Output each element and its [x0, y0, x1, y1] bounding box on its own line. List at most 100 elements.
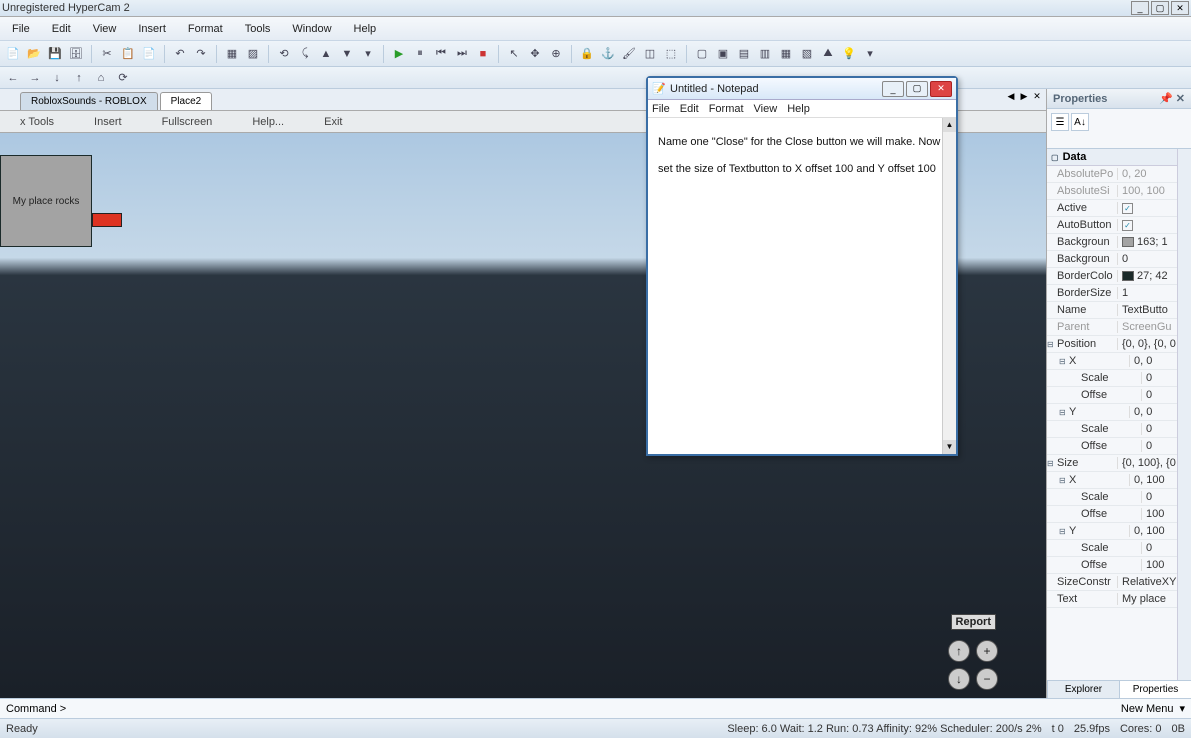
insert5-icon[interactable]: ▦ [777, 45, 795, 63]
rotate-icon[interactable]: ⟲ [275, 45, 293, 63]
insert3-icon[interactable]: ▤ [735, 45, 753, 63]
prop-row-size[interactable]: ⊟Size{0, 100}, {0 [1047, 455, 1177, 472]
tilt-icon[interactable]: ⤹ [296, 45, 314, 63]
arrow-up2-icon[interactable]: ↑ [70, 69, 88, 87]
menu-tools[interactable]: Tools [241, 21, 275, 37]
doc-nav-right-icon[interactable]: ▶ [1018, 90, 1030, 102]
tab-explorer[interactable]: Explorer [1047, 681, 1119, 698]
paint-icon[interactable]: 🖌 [620, 45, 638, 63]
dropdown-icon[interactable]: ▾ [359, 45, 377, 63]
resize-icon[interactable]: ⊕ [547, 45, 565, 63]
doc-nav-left-icon[interactable]: ◀ [1005, 90, 1017, 102]
maximize-button[interactable]: ▢ [1151, 1, 1169, 15]
anchor-icon[interactable]: ⚓ [599, 45, 617, 63]
prop-row-backgroundtransparency[interactable]: Backgroun0 [1047, 251, 1177, 268]
scroll-down-icon[interactable]: ▼ [943, 440, 956, 454]
undo-icon[interactable]: ↶ [171, 45, 189, 63]
tab-properties[interactable]: Properties [1119, 681, 1191, 698]
insert6-icon[interactable]: ▧ [798, 45, 816, 63]
prop-row-absolutesize[interactable]: AbsoluteSi100, 100 [1047, 183, 1177, 200]
vp-tools[interactable]: x Tools [0, 116, 74, 128]
prop-row-size-x-offset[interactable]: Offse100 [1047, 506, 1177, 523]
prop-row-parent[interactable]: ParentScreenGu [1047, 319, 1177, 336]
cam-zoom-in-icon[interactable]: + [976, 640, 998, 662]
doc-tab-robloxsounds[interactable]: RobloxSounds - ROBLOX [20, 92, 158, 110]
menu-insert[interactable]: Insert [134, 21, 170, 37]
arrow-right-icon[interactable]: → [26, 69, 44, 87]
surface-icon[interactable]: ⬚ [662, 45, 680, 63]
prop-row-sizeconstraint[interactable]: SizeConstrRelativeXY [1047, 574, 1177, 591]
panel-close-icon[interactable]: ✕ [1176, 92, 1185, 105]
close-button[interactable]: ✕ [1171, 1, 1189, 15]
gui-close-button[interactable] [92, 213, 122, 227]
copy-icon[interactable]: 📋 [119, 45, 137, 63]
cut-icon[interactable]: ✂ [98, 45, 116, 63]
notepad-maximize-button[interactable]: ▢ [906, 81, 928, 97]
notepad-textarea[interactable]: Name one "Close" for the Close button we… [648, 118, 956, 454]
sort-az-icon[interactable]: A↓ [1071, 113, 1089, 131]
command-bar[interactable]: Command > New Menu ▾ [0, 698, 1191, 718]
doc-nav-close-icon[interactable]: ✕ [1031, 90, 1043, 102]
arrow-down2-icon[interactable]: ↓ [48, 69, 66, 87]
prop-row-bordercolor[interactable]: BorderColo27; 42 [1047, 268, 1177, 285]
light-icon[interactable]: 💡 [840, 45, 858, 63]
prop-row-position[interactable]: ⊟Position{0, 0}, {0, 0 [1047, 336, 1177, 353]
doc-tab-place2[interactable]: Place2 [160, 92, 213, 110]
dropdown2-icon[interactable]: ▾ [861, 45, 879, 63]
menu-view[interactable]: View [89, 21, 121, 37]
menu-file[interactable]: File [8, 21, 34, 37]
vp-fullscreen[interactable]: Fullscreen [142, 116, 233, 128]
notepad-menu-format[interactable]: Format [709, 103, 744, 115]
refresh-icon[interactable]: ⟳ [114, 69, 132, 87]
menu-format[interactable]: Format [184, 21, 227, 37]
prop-row-position-y-scale[interactable]: Scale0 [1047, 421, 1177, 438]
insert2-icon[interactable]: ▣ [714, 45, 732, 63]
step-fwd-icon[interactable]: ⏭ [453, 45, 471, 63]
properties-scrollbar[interactable] [1177, 149, 1191, 680]
open-icon[interactable]: 📂 [25, 45, 43, 63]
notepad-scrollbar[interactable]: ▲ ▼ [942, 118, 956, 454]
cam-down-icon[interactable]: ↓ [948, 668, 970, 690]
select-icon[interactable]: ↖ [505, 45, 523, 63]
insert4-icon[interactable]: ▥ [756, 45, 774, 63]
new-menu-dropdown[interactable]: New Menu ▾ [1121, 702, 1185, 715]
report-button[interactable]: Report [951, 614, 996, 630]
prop-row-size-x[interactable]: ⊟X0, 100 [1047, 472, 1177, 489]
move-icon[interactable]: ✥ [526, 45, 544, 63]
scroll-up-icon[interactable]: ▲ [943, 118, 956, 132]
prop-row-active[interactable]: Active✓ [1047, 200, 1177, 217]
cam-up-icon[interactable]: ↑ [948, 640, 970, 662]
terrain-icon[interactable]: ⛰ [819, 45, 837, 63]
home-icon[interactable]: ⌂ [92, 69, 110, 87]
prop-row-absoluteposition[interactable]: AbsolutePo0, 20 [1047, 166, 1177, 183]
prop-row-position-y-offset[interactable]: Offse0 [1047, 438, 1177, 455]
notepad-window[interactable]: 📝 Untitled - Notepad _ ▢ ✕ File Edit For… [646, 76, 958, 456]
vp-help[interactable]: Help... [232, 116, 304, 128]
menu-help[interactable]: Help [350, 21, 381, 37]
menu-window[interactable]: Window [288, 21, 335, 37]
notepad-minimize-button[interactable]: _ [882, 81, 904, 97]
arrow-up-icon[interactable]: ▲ [317, 45, 335, 63]
save-all-icon[interactable]: 🗄 [67, 45, 85, 63]
prop-row-bordersize[interactable]: BorderSize1 [1047, 285, 1177, 302]
redo-icon[interactable]: ↷ [192, 45, 210, 63]
categorize-icon[interactable]: ☰ [1051, 113, 1069, 131]
pause-icon[interactable]: ⏸ [411, 45, 429, 63]
prop-row-name[interactable]: NameTextButto [1047, 302, 1177, 319]
paste-icon[interactable]: 📄 [140, 45, 158, 63]
notepad-menu-help[interactable]: Help [787, 103, 810, 115]
group-icon[interactable]: ▦ [223, 45, 241, 63]
step-back-icon[interactable]: ⏮ [432, 45, 450, 63]
prop-row-size-x-scale[interactable]: Scale0 [1047, 489, 1177, 506]
prop-category-data[interactable]: Data [1047, 149, 1177, 166]
vp-exit[interactable]: Exit [304, 116, 362, 128]
ungroup-icon[interactable]: ▨ [244, 45, 262, 63]
notepad-menu-file[interactable]: File [652, 103, 670, 115]
notepad-menu-edit[interactable]: Edit [680, 103, 699, 115]
minimize-button[interactable]: _ [1131, 1, 1149, 15]
menu-edit[interactable]: Edit [48, 21, 75, 37]
prop-row-position-y[interactable]: ⊟Y0, 0 [1047, 404, 1177, 421]
panel-pin-icon[interactable]: 📌 [1159, 92, 1173, 105]
notepad-titlebar[interactable]: 📝 Untitled - Notepad _ ▢ ✕ [648, 78, 956, 100]
arrow-left-icon[interactable]: ← [4, 69, 22, 87]
